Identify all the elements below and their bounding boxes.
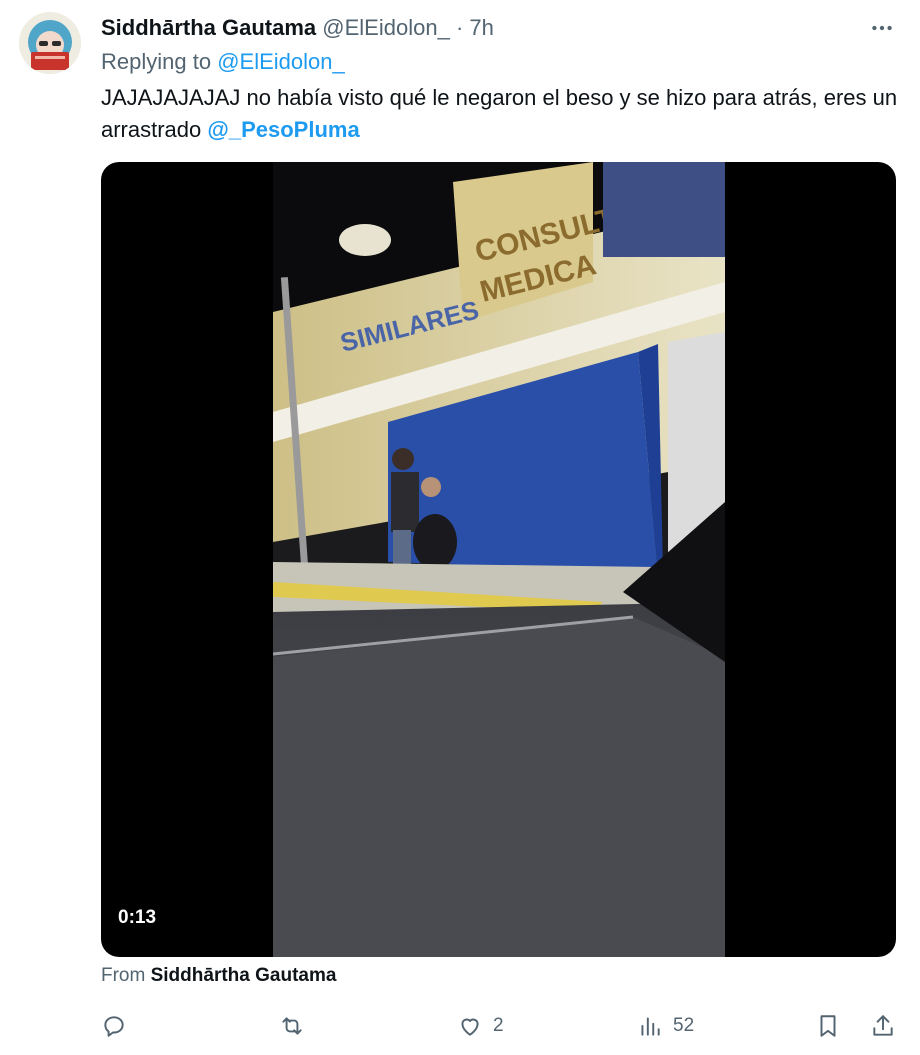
reply-button[interactable]: [101, 1008, 137, 1044]
replying-to: Replying to @ElEidolon_: [101, 48, 345, 76]
retweet-button[interactable]: [279, 1008, 315, 1044]
mention-link[interactable]: @_PesoPluma: [207, 117, 359, 142]
retweet-icon: [282, 1017, 302, 1035]
tweet-header: Siddhārtha Gautama @ElEidolon_ · 7h: [101, 14, 494, 42]
more-icon[interactable]: [866, 14, 898, 42]
from-label: From: [101, 965, 146, 986]
bookmark-button[interactable]: [815, 1008, 841, 1044]
avatar[interactable]: [19, 12, 81, 74]
like-count: 2: [493, 1015, 504, 1036]
author-name[interactable]: Siddhārtha Gautama: [101, 15, 316, 40]
video-player[interactable]: CONSULTA MEDICA SIMILARES 0:13: [101, 162, 896, 957]
from-attribution: From Siddhārtha Gautama: [101, 964, 336, 988]
replying-label: Replying to: [101, 49, 212, 74]
from-author-link[interactable]: Siddhārtha Gautama: [151, 965, 337, 986]
share-button[interactable]: [870, 1008, 896, 1044]
reply-icon: [104, 1016, 124, 1037]
replying-handle-link[interactable]: @ElEidolon_: [217, 49, 345, 74]
views-count: 52: [673, 1015, 695, 1036]
views-button[interactable]: 52: [637, 1008, 694, 1044]
views-icon: [641, 1017, 660, 1036]
share-icon: [873, 1015, 893, 1036]
author-handle[interactable]: @ElEidolon_: [322, 15, 450, 40]
video-frame[interactable]: CONSULTA MEDICA SIMILARES: [273, 162, 725, 957]
like-icon: [461, 1018, 479, 1036]
tweet-text: JAJAJAJAJAJ no había visto qué le negaro…: [101, 82, 901, 146]
separator-dot: ·: [455, 15, 464, 40]
video-duration: 0:13: [118, 907, 157, 928]
action-bar: 2 52: [0, 1008, 920, 1044]
timestamp[interactable]: 7h: [469, 15, 493, 40]
bookmark-icon: [820, 1015, 836, 1037]
like-button[interactable]: 2: [457, 1008, 504, 1044]
